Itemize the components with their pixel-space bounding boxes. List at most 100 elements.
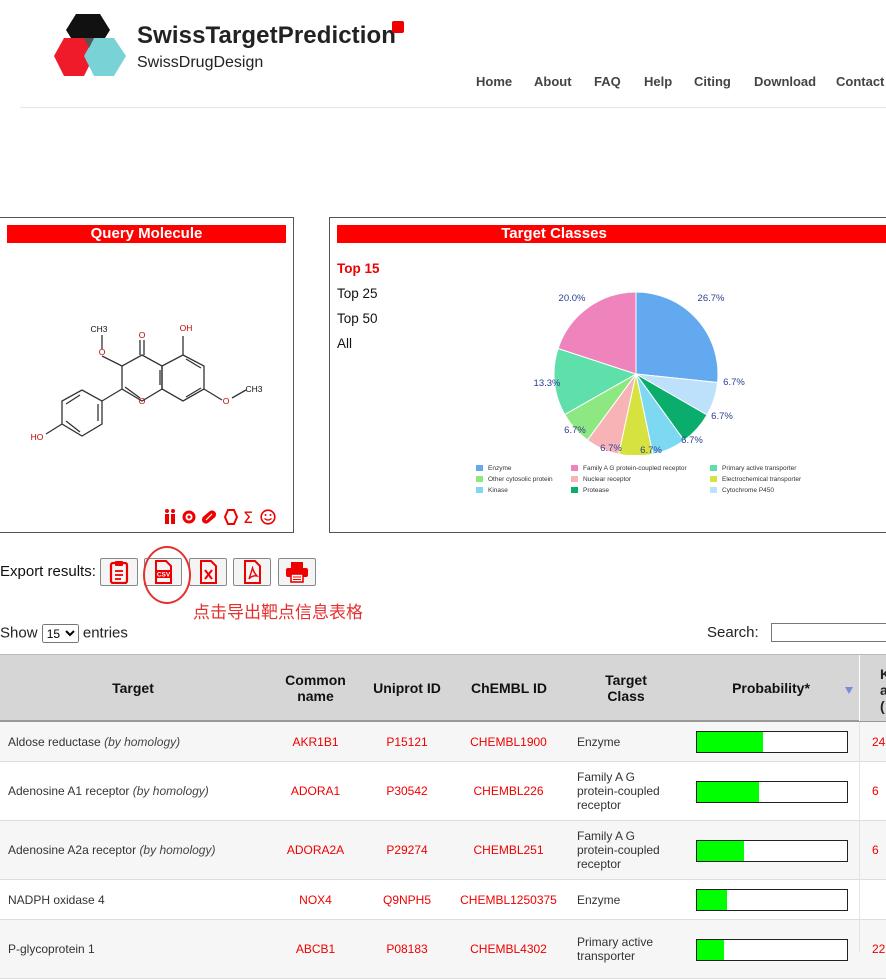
- cell-common-name[interactable]: ABCB1: [278, 920, 353, 978]
- legend-item: Other cytosolic protein: [476, 476, 553, 483]
- search-input[interactable]: [771, 623, 886, 642]
- hexagon-icon[interactable]: [223, 509, 239, 525]
- cell-uniprot-id[interactable]: P08183: [370, 920, 444, 978]
- atom-label: O: [223, 396, 230, 406]
- cell-target: Adenosine A2a receptor (by homology): [8, 843, 216, 857]
- probability-bar: [696, 938, 848, 961]
- clipboard-icon: [109, 561, 129, 584]
- column-divider: [859, 722, 860, 952]
- pie-legend: Enzyme Family A G protein-coupled recept…: [476, 465, 886, 499]
- cell-chembl-id[interactable]: CHEMBL1250375: [452, 880, 565, 919]
- probability-fill: [697, 781, 759, 802]
- family-icon[interactable]: [165, 509, 175, 524]
- nav-contact[interactable]: Contact: [836, 74, 884, 89]
- cell-target: Aldose reductase (by homology): [8, 734, 181, 749]
- entries-control: Show 15 entries: [0, 624, 128, 643]
- sort-desc-icon: [845, 687, 853, 694]
- sigma-icon[interactable]: Σ: [243, 508, 253, 525]
- copy-button[interactable]: [100, 558, 138, 586]
- logo-icon: [54, 14, 126, 76]
- nav-faq[interactable]: FAQ: [594, 74, 621, 89]
- cell-uniprot-id[interactable]: P29274: [370, 821, 444, 879]
- cell-uniprot-id[interactable]: Q9NPH5: [370, 880, 444, 919]
- search-label: Search:: [707, 624, 759, 641]
- legend-item: Nuclear receptor: [571, 476, 631, 483]
- pie-slice-label: 6.7%: [711, 411, 733, 422]
- cell-extra[interactable]: 24: [872, 722, 886, 761]
- cell-target-class: Family A G protein-coupled receptor: [577, 770, 660, 812]
- annotation-text: 点击导出靶点信息表格: [193, 603, 363, 622]
- smiley-icon[interactable]: [260, 509, 276, 525]
- legend-item: Kinase: [476, 487, 508, 494]
- cell-chembl-id[interactable]: CHEMBL1900: [452, 722, 565, 761]
- option-top-25[interactable]: Top 25: [337, 286, 378, 301]
- nav-help[interactable]: Help: [644, 74, 672, 89]
- table-row[interactable]: NADPH oxidase 4 NOX4 Q9NPH5 CHEMBL1250375 E…: [0, 880, 886, 920]
- excel-icon: [200, 560, 217, 584]
- pie-slice-label: 6.7%: [681, 435, 703, 446]
- brand-title[interactable]: SwissTargetPrediction: [137, 22, 396, 50]
- cell-chembl-id[interactable]: CHEMBL251: [452, 821, 565, 879]
- atom-label: OH: [180, 323, 193, 333]
- atom-label: HO: [31, 432, 44, 442]
- nav-home[interactable]: Home: [476, 74, 512, 89]
- atom-label: O: [139, 396, 146, 406]
- entries-select[interactable]: 15: [41, 624, 79, 643]
- cell-common-name[interactable]: ADORA2A: [278, 821, 353, 879]
- atom-label: CH3: [245, 384, 262, 394]
- pie-slice-label: 6.7%: [640, 445, 662, 455]
- pie-slice-label: 20.0%: [559, 293, 586, 304]
- probability-fill: [697, 890, 727, 910]
- cell-common-name[interactable]: NOX4: [278, 880, 353, 919]
- atom-label: O: [99, 347, 106, 357]
- cell-uniprot-id[interactable]: P30542: [370, 762, 444, 820]
- export-label: Export results:: [0, 563, 96, 580]
- column-probability[interactable]: Probability*: [700, 655, 842, 721]
- cell-chembl-id[interactable]: CHEMBL226: [452, 762, 565, 820]
- target-icon[interactable]: [182, 510, 196, 524]
- column-extra[interactable]: Ka(: [859, 655, 886, 721]
- table-row[interactable]: Adenosine A2a receptor (by homology) ADOR…: [0, 821, 886, 880]
- cell-chembl-id[interactable]: CHEMBL4302: [452, 920, 565, 978]
- pill-icon[interactable]: [200, 509, 217, 525]
- nav-about[interactable]: About: [534, 74, 572, 89]
- probability-bar: [696, 889, 848, 911]
- column-target[interactable]: Target: [0, 655, 266, 721]
- cell-extra[interactable]: 6: [872, 762, 886, 820]
- probability-bar: [696, 731, 848, 753]
- cell-extra[interactable]: 6: [872, 821, 886, 879]
- nav-download[interactable]: Download: [754, 74, 816, 89]
- column-chembl-id[interactable]: ChEMBL ID: [458, 655, 560, 721]
- target-classes-title: Target Classes: [337, 225, 886, 243]
- nav-citing[interactable]: Citing: [694, 74, 731, 89]
- atom-label: O: [139, 330, 146, 340]
- option-top-50[interactable]: Top 50: [337, 311, 378, 326]
- cell-common-name[interactable]: AKR1B1: [278, 722, 353, 761]
- pdf-icon: [244, 560, 261, 584]
- column-uniprot-id[interactable]: Uniprot ID: [370, 655, 444, 721]
- column-common-name[interactable]: Common name: [278, 655, 353, 721]
- cell-uniprot-id[interactable]: P15121: [370, 722, 444, 761]
- table-header: Target Common name Uniprot ID ChEMBL ID …: [0, 654, 886, 722]
- option-all[interactable]: All: [337, 336, 352, 351]
- legend-item: Protease: [571, 487, 609, 494]
- print-button[interactable]: [278, 558, 316, 586]
- table-row[interactable]: Aldose reductase (by homology) AKR1B1 P151…: [0, 722, 886, 762]
- pie-slice-label: 13.3%: [534, 378, 561, 389]
- pdf-button[interactable]: [233, 558, 271, 586]
- table-row[interactable]: P-glycoprotein 1 ABCB1 P08183 CHEMBL4302 Pr…: [0, 920, 886, 979]
- option-top-15[interactable]: Top 15: [337, 261, 380, 276]
- table-row[interactable]: Adenosine A1 receptor (by homology) ADORA…: [0, 762, 886, 821]
- probability-fill: [697, 939, 724, 960]
- brand-subtitle[interactable]: SwissDrugDesign: [137, 54, 263, 72]
- cell-extra[interactable]: 22: [872, 920, 886, 978]
- pie-slice[interactable]: [635, 291, 719, 384]
- column-target-class[interactable]: Target Class: [586, 655, 666, 721]
- cell-target: Adenosine A1 receptor (by homology): [8, 784, 209, 798]
- cell-target-class: Primary active transporter: [577, 935, 654, 963]
- target-classes-pie-chart: 26.7% 6.7% 6.7% 6.7% 6.7% 6.7% 6.7% 13.3% 20.0%: [534, 291, 745, 455]
- cell-extra[interactable]: [872, 880, 886, 919]
- cell-common-name[interactable]: ADORA1: [278, 762, 353, 820]
- excel-button[interactable]: [189, 558, 227, 586]
- show-label: Show: [0, 624, 38, 642]
